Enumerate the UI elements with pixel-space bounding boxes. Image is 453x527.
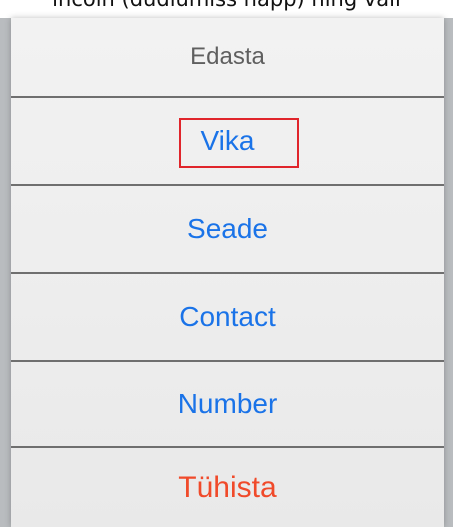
forward-action-sheet: Edasta Vika Seade Contact Number Tühista <box>11 18 444 527</box>
option-seade[interactable]: Seade <box>11 186 444 272</box>
caption-strip: incoin (dudiumiss napp) ning vali <box>0 0 453 18</box>
sheet-title: Edasta <box>190 43 265 70</box>
highlight-box <box>179 118 299 168</box>
option-number[interactable]: Number <box>11 362 444 446</box>
cancel-button[interactable]: Tühista <box>11 448 444 527</box>
option-contact[interactable]: Contact <box>11 274 444 360</box>
caption-text: incoin (dudiumiss napp) ning vali <box>0 0 453 11</box>
